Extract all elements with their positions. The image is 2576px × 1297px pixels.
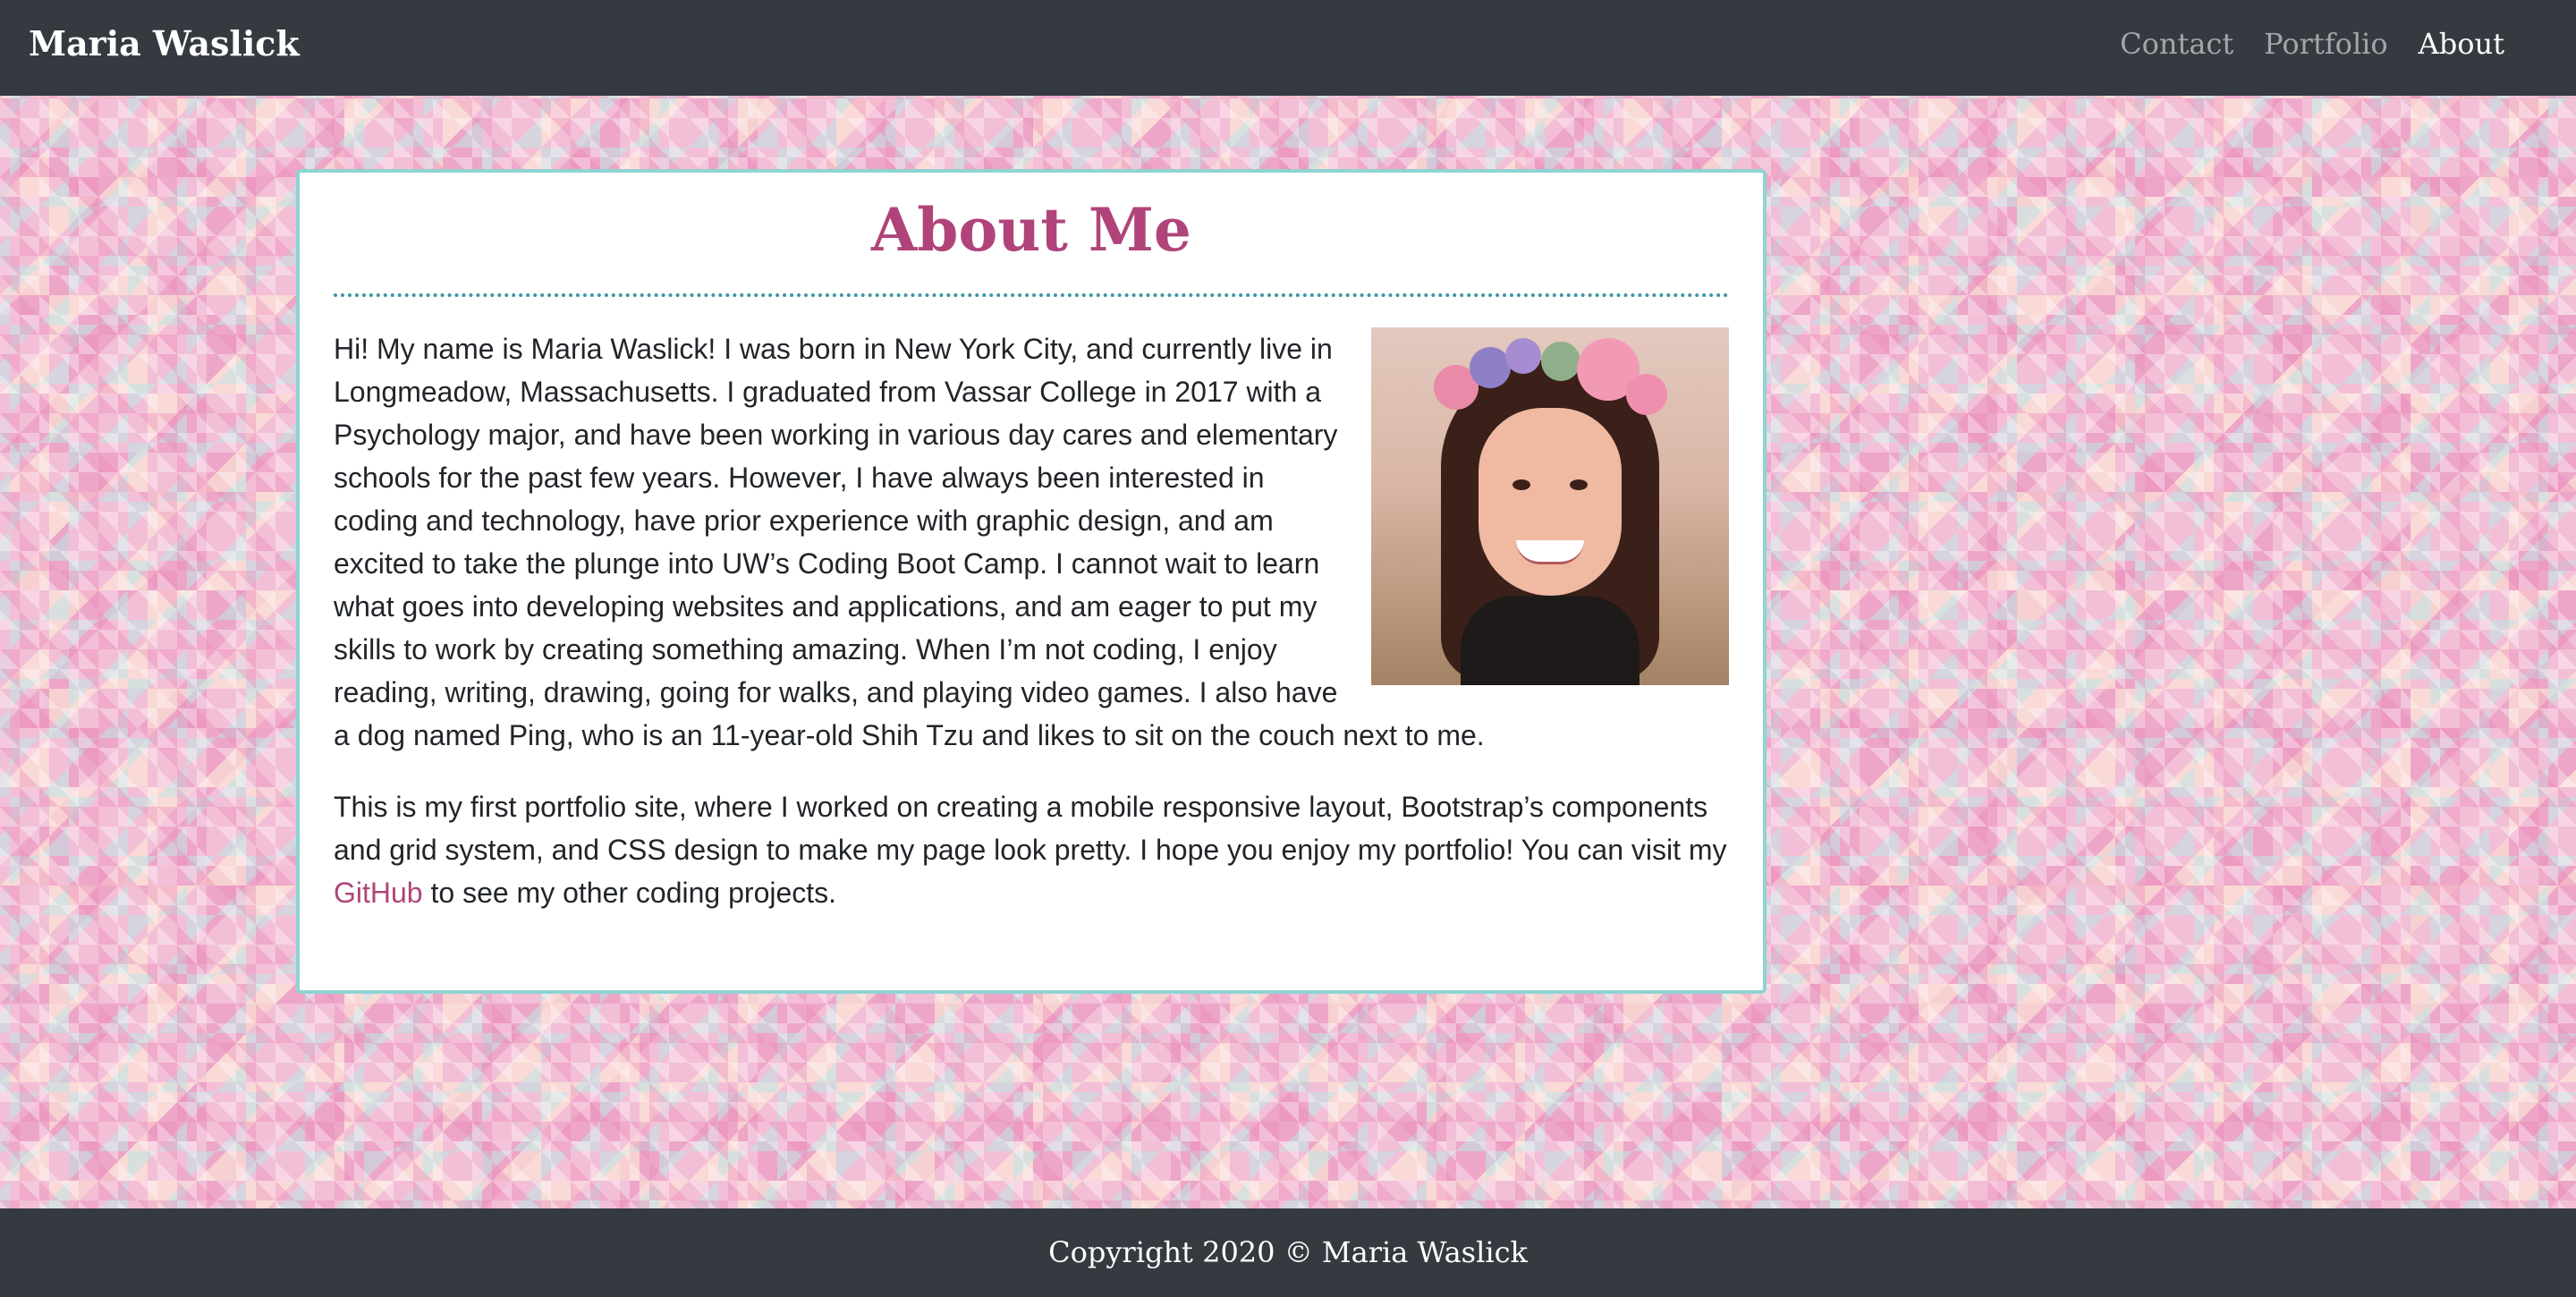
profile-photo	[1371, 326, 1729, 685]
about-paragraph-portfolio: This is my first portfolio site, where I…	[334, 785, 1729, 914]
nav-link-contact[interactable]: Contact	[2120, 27, 2233, 61]
about-card: About Me Hi! My name is Maria Waslick! I…	[296, 169, 1767, 994]
navbar: Maria Waslick Contact Portfolio About	[0, 0, 2576, 96]
page-title: About Me	[334, 198, 1729, 297]
nav-link-about[interactable]: About	[2419, 27, 2504, 61]
footer: Copyright 2020 © Maria Waslick	[0, 1208, 2576, 1297]
nav-link-portfolio[interactable]: Portfolio	[2264, 27, 2388, 61]
portfolio-text-end: to see my other coding projects.	[430, 876, 837, 909]
github-link[interactable]: GitHub	[334, 877, 423, 909]
flower-crown-icon	[1434, 337, 1667, 415]
portfolio-text-start: This is my first portfolio site, where I…	[334, 790, 1727, 866]
about-content: Hi! My name is Maria Waslick! I was born…	[334, 326, 1729, 914]
copyright-text: Copyright 2020 © Maria Waslick	[1048, 1235, 1528, 1269]
nav-links: Contact Portfolio About	[2120, 27, 2504, 61]
brand-link[interactable]: Maria Waslick	[29, 23, 300, 64]
